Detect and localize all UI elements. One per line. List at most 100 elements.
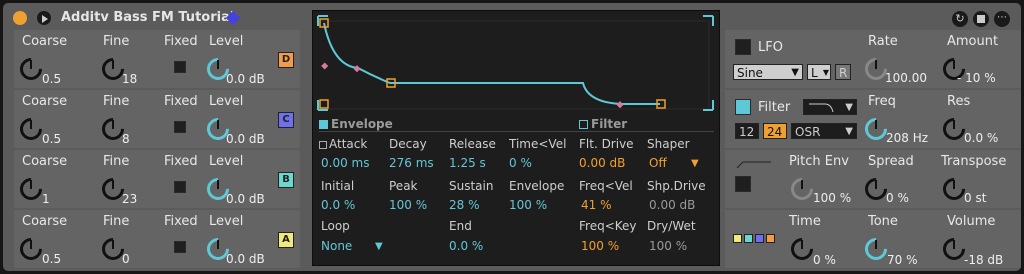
shaper-dropdown[interactable]: Off	[649, 156, 667, 170]
fixed-label: Fixed	[164, 154, 198, 169]
save-icon[interactable]	[973, 11, 989, 27]
end-value[interactable]: 0.0 %	[449, 239, 483, 253]
sustain-value[interactable]: 28 %	[449, 198, 480, 212]
device-power-button[interactable]	[13, 11, 27, 25]
envelope-amt-value[interactable]: 100 %	[509, 198, 547, 212]
chevron-down-icon: ▼	[845, 126, 853, 137]
lfo-label: LFO	[758, 40, 783, 55]
lfo-toggle[interactable]	[735, 39, 751, 55]
coarse-value: 0.5	[42, 132, 62, 146]
freqkey-value[interactable]: 100 %	[581, 239, 619, 253]
attack-toggle[interactable]	[319, 141, 327, 149]
fine-label: Fine	[103, 94, 130, 109]
oscillator-tag-d[interactable]: D	[278, 52, 294, 68]
volume-value: -18 dB	[964, 253, 1004, 267]
fine-value: 0	[122, 252, 130, 266]
chevron-down-icon: ▼	[845, 102, 853, 113]
more-icon[interactable]: ⋯	[994, 11, 1010, 27]
fine-label: Fine	[103, 34, 130, 49]
timevel-label: Time<Vel	[509, 137, 567, 151]
level-value: 0.0 dB	[226, 132, 265, 146]
tone-value: 70 %	[887, 253, 918, 267]
fixed-label: Fixed	[164, 34, 198, 49]
rate-value: 100.00	[885, 71, 927, 85]
release-label: Release	[449, 137, 496, 151]
freqvel-label: Freq<Vel	[579, 179, 633, 193]
drywet-label: Dry/Wet	[647, 219, 696, 233]
pitch-env-icon	[736, 161, 771, 169]
fixed-checkbox[interactable]	[174, 181, 186, 193]
algorithm-selector[interactable]	[733, 234, 783, 246]
coarse-label: Coarse	[22, 94, 68, 109]
envelope-graph[interactable]	[313, 11, 719, 115]
decay-label: Decay	[389, 137, 427, 151]
level-label: Level	[209, 214, 244, 229]
fixed-checkbox[interactable]	[174, 241, 186, 253]
shp-drive-value[interactable]: 0.00 dB	[649, 198, 695, 212]
filter-toggle[interactable]	[735, 99, 751, 115]
filter-env-title: Filter	[591, 117, 628, 131]
lowpass-icon	[809, 103, 834, 113]
loop-chevron-down-icon[interactable]: ▼	[375, 241, 383, 252]
attack-label: Attack	[329, 137, 368, 151]
device-title: Additv Bass FM Tutorial	[61, 10, 235, 25]
algorithm-box	[766, 234, 775, 243]
freqvel-value[interactable]: 41 %	[581, 198, 612, 212]
pitch-env-value: 100 %	[813, 191, 852, 205]
lfo-mode-value: L	[811, 66, 818, 80]
slope-24-button[interactable]: 24	[763, 123, 787, 139]
lfo-wave-dropdown[interactable]: Sine ▼	[733, 64, 803, 80]
lfo-retrig-button[interactable]: R	[835, 64, 851, 80]
fine-label: Fine	[103, 214, 130, 229]
res-value: 0.0 %	[964, 131, 999, 145]
timevel-value[interactable]: 0 %	[509, 156, 532, 170]
fine-value: 18	[122, 72, 138, 86]
refresh-icon[interactable]: ↻	[952, 11, 968, 27]
transpose-value: 0 st	[964, 191, 987, 205]
decay-value[interactable]: 276 ms	[389, 156, 434, 170]
fixed-checkbox[interactable]	[174, 61, 186, 73]
end-label: End	[449, 219, 472, 233]
transpose-label: Transpose	[941, 154, 1007, 169]
filter-env-toggle[interactable]	[579, 120, 588, 129]
oscillator-tag-b[interactable]: B	[278, 172, 294, 188]
attack-value[interactable]: 0.00 ms	[321, 156, 369, 170]
release-value[interactable]: 1.25 s	[449, 156, 486, 170]
envelope-title: Envelope	[331, 117, 393, 131]
freqkey-label: Freq<Key	[579, 219, 637, 233]
fixed-label: Fixed	[164, 94, 198, 109]
envelope-toggle[interactable]	[319, 120, 328, 129]
pitch-env-label: Pitch Env	[789, 154, 849, 169]
play-button[interactable]	[37, 11, 51, 25]
peak-value[interactable]: 100 %	[389, 198, 427, 212]
rate-label: Rate	[868, 34, 898, 49]
res-label: Res	[947, 94, 971, 109]
fixed-label: Fixed	[164, 214, 198, 229]
algorithm-box	[733, 234, 742, 243]
oscillator-tag-c[interactable]: C	[278, 112, 294, 128]
slope-12-button[interactable]: 12	[735, 123, 759, 139]
time-value: 0 %	[813, 253, 836, 267]
oscillator-tag-a[interactable]: A	[278, 232, 294, 248]
shaper-chevron-down-icon[interactable]: ▼	[691, 158, 699, 169]
oscillator-row-d: Coarse 0.5 Fine 18 Fixed Level 0.0 dB D	[14, 30, 300, 88]
level-label: Level	[209, 34, 244, 49]
initial-value[interactable]: 0.0 %	[321, 198, 355, 212]
chevron-down-icon: ▼	[822, 68, 829, 77]
fine-value: 23	[122, 192, 138, 206]
divider	[319, 131, 714, 132]
loop-dropdown[interactable]: None	[321, 239, 352, 253]
pitch-env-toggle[interactable]	[735, 176, 751, 192]
osr-dropdown[interactable]: OSR ▼	[791, 123, 857, 139]
level-value: 0.0 dB	[226, 252, 265, 266]
level-label: Level	[209, 94, 244, 109]
spread-label: Spread	[868, 154, 914, 169]
oscillator-row-c: Coarse 0.5 Fine 8 Fixed Level 0.0 dB C	[14, 90, 300, 148]
fixed-checkbox[interactable]	[174, 121, 186, 133]
volume-label: Volume	[947, 214, 996, 229]
filter-type-dropdown[interactable]: ▼	[803, 99, 857, 115]
lfo-mode-dropdown[interactable]: L ▼	[807, 64, 831, 80]
flt-drive-value[interactable]: 0.00 dB	[579, 156, 625, 170]
oscillator-row-a: Coarse 0.5 Fine 0 Fixed Level 0.0 dB A	[14, 210, 300, 268]
drywet-value[interactable]: 100 %	[649, 239, 687, 253]
